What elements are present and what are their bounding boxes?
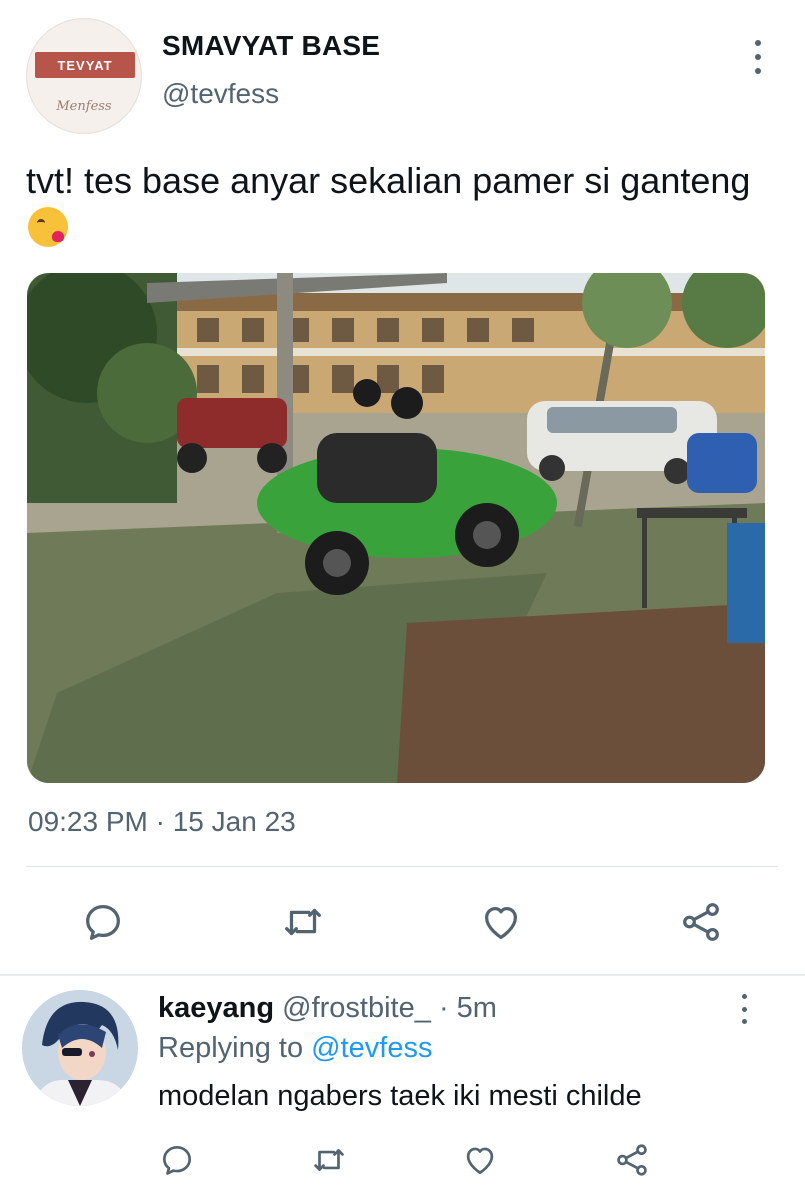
divider xyxy=(0,974,805,976)
share-icon[interactable] xyxy=(610,1138,654,1182)
replying-to: Replying to @tevfess xyxy=(158,1032,432,1065)
divider xyxy=(26,866,778,867)
heart-icon[interactable] xyxy=(474,895,528,949)
user-handle[interactable]: @tevfess xyxy=(162,78,279,110)
reply-icon[interactable] xyxy=(76,895,130,949)
kissing-heart-emoji-icon xyxy=(28,207,68,247)
reply-handle[interactable]: @frostbite_ xyxy=(282,992,431,1024)
tweet-timestamp[interactable]: 09:23 PM · 15 Jan 23 xyxy=(28,806,296,838)
tweet-photo[interactable] xyxy=(27,273,765,783)
reply-time[interactable]: 5m xyxy=(457,992,497,1024)
avatar[interactable]: TEVYAT Menfess xyxy=(26,18,142,134)
replying-to-label: Replying to xyxy=(158,1032,312,1064)
reply-avatar[interactable] xyxy=(22,990,138,1106)
retweet-icon[interactable] xyxy=(307,1138,351,1182)
replying-to-mention[interactable]: @tevfess xyxy=(311,1032,432,1064)
share-icon[interactable] xyxy=(674,895,728,949)
reply-display-name[interactable]: kaeyang xyxy=(158,992,274,1024)
tweet-text-body: tvt! tes base anyar sekalian pamer si ga… xyxy=(26,160,751,201)
reply-text: modelan ngabers taek iki mesti childe xyxy=(158,1080,642,1112)
separator-dot: · xyxy=(438,992,449,1024)
avatar-script: Menfess xyxy=(56,99,112,114)
more-options-icon[interactable] xyxy=(732,994,756,1024)
reply-icon[interactable] xyxy=(155,1138,199,1182)
more-options-icon[interactable] xyxy=(746,40,770,74)
heart-icon[interactable] xyxy=(458,1138,502,1182)
reply-header: kaeyang @frostbite_ · 5m xyxy=(158,992,497,1025)
avatar-ribbon: TEVYAT xyxy=(35,52,135,78)
display-name[interactable]: SMAVYAT BASE xyxy=(162,30,380,62)
tweet-text: tvt! tes base anyar sekalian pamer si ga… xyxy=(26,158,766,250)
reply-actions xyxy=(0,1138,805,1182)
retweet-icon[interactable] xyxy=(276,895,330,949)
tweet-actions xyxy=(0,895,805,949)
